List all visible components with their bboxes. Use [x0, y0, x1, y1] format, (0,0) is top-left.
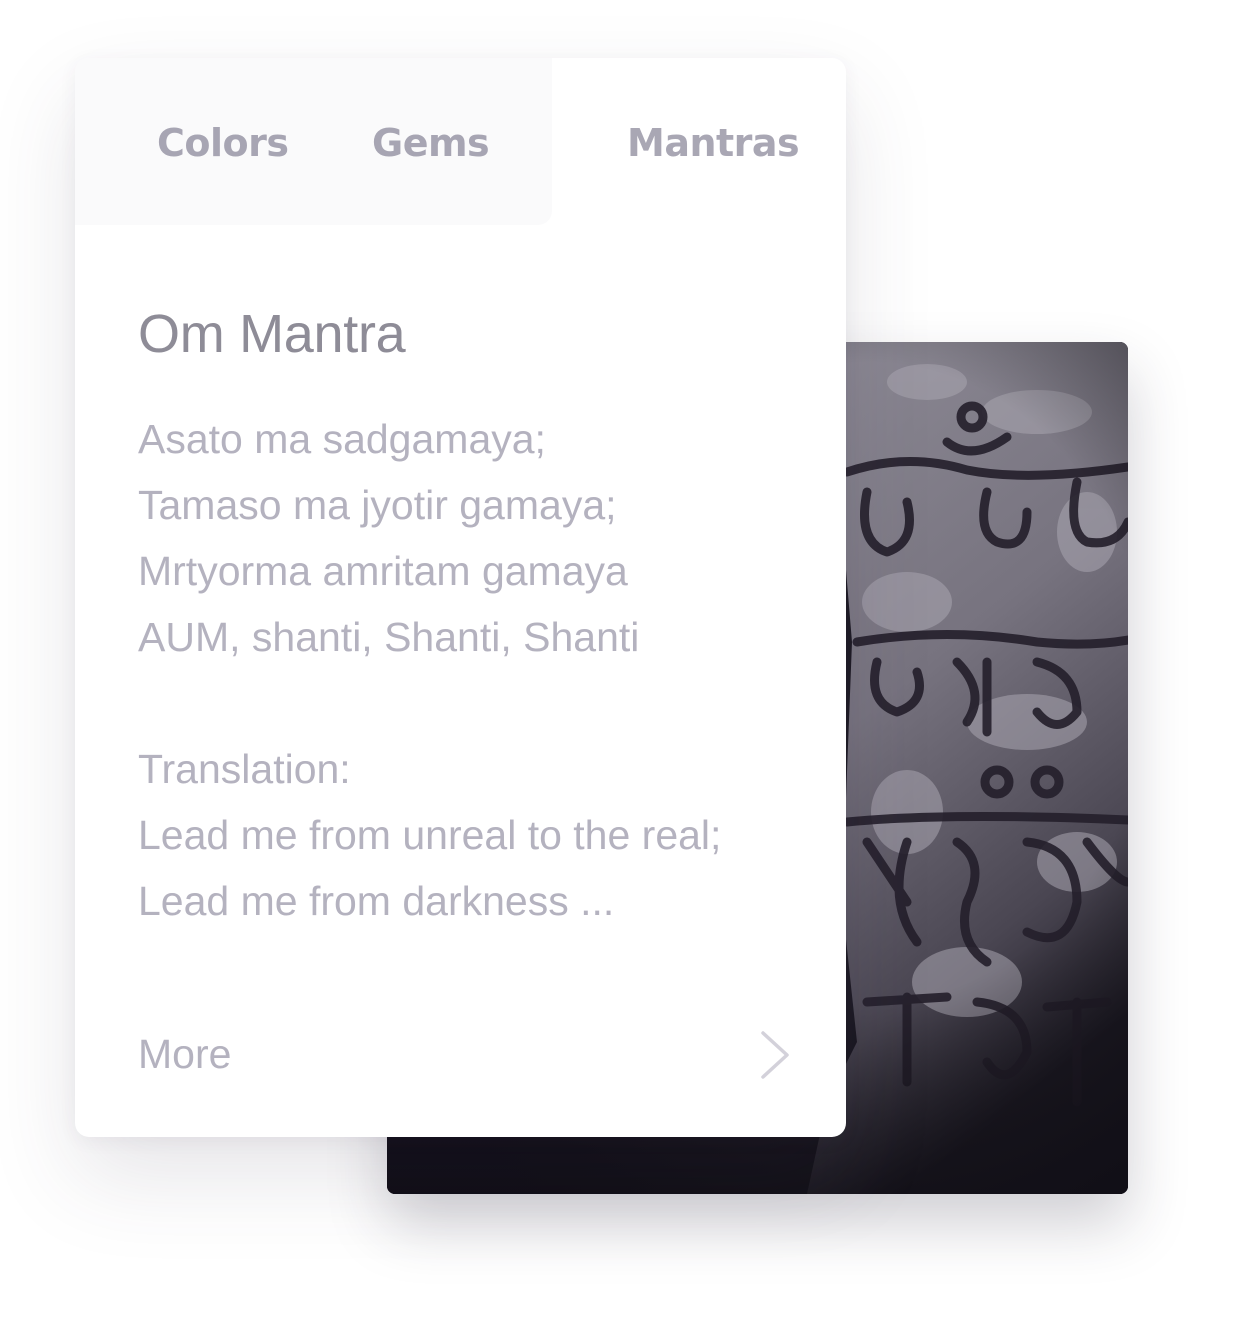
- tab-gems[interactable]: Gems: [372, 120, 490, 166]
- tab-colors[interactable]: Colors: [157, 120, 289, 166]
- mantra-line: Asato ma sadgamaya;: [138, 416, 546, 462]
- mantra-line-blank: [138, 670, 818, 736]
- mantra-card: Colors Gems Mantras Om Mantra Asato ma s…: [75, 58, 846, 1137]
- tab-mantras[interactable]: Mantras: [627, 120, 800, 166]
- translation-heading: Translation:: [138, 746, 351, 792]
- mantra-text: Asato ma sadgamaya; Tamaso ma jyotir gam…: [138, 406, 818, 934]
- mantra-line: Mrtyorma amritam gamaya: [138, 548, 628, 594]
- mantra-line: Tamaso ma jyotir gamaya;: [138, 482, 617, 528]
- translation-line: Lead me from darkness ...: [138, 878, 615, 924]
- stage: Colors Gems Mantras Om Mantra Asato ma s…: [0, 0, 1233, 1344]
- mantra-line: AUM, shanti, Shanti, Shanti: [138, 614, 640, 660]
- chevron-right-icon: [758, 1030, 792, 1080]
- tab-bar: Colors Gems Mantras: [75, 58, 846, 225]
- more-label: More: [138, 1031, 232, 1077]
- translation-line: Lead me from unreal to the real;: [138, 812, 722, 858]
- more-link[interactable]: More: [138, 1024, 792, 1084]
- mantra-title: Om Mantra: [138, 304, 406, 364]
